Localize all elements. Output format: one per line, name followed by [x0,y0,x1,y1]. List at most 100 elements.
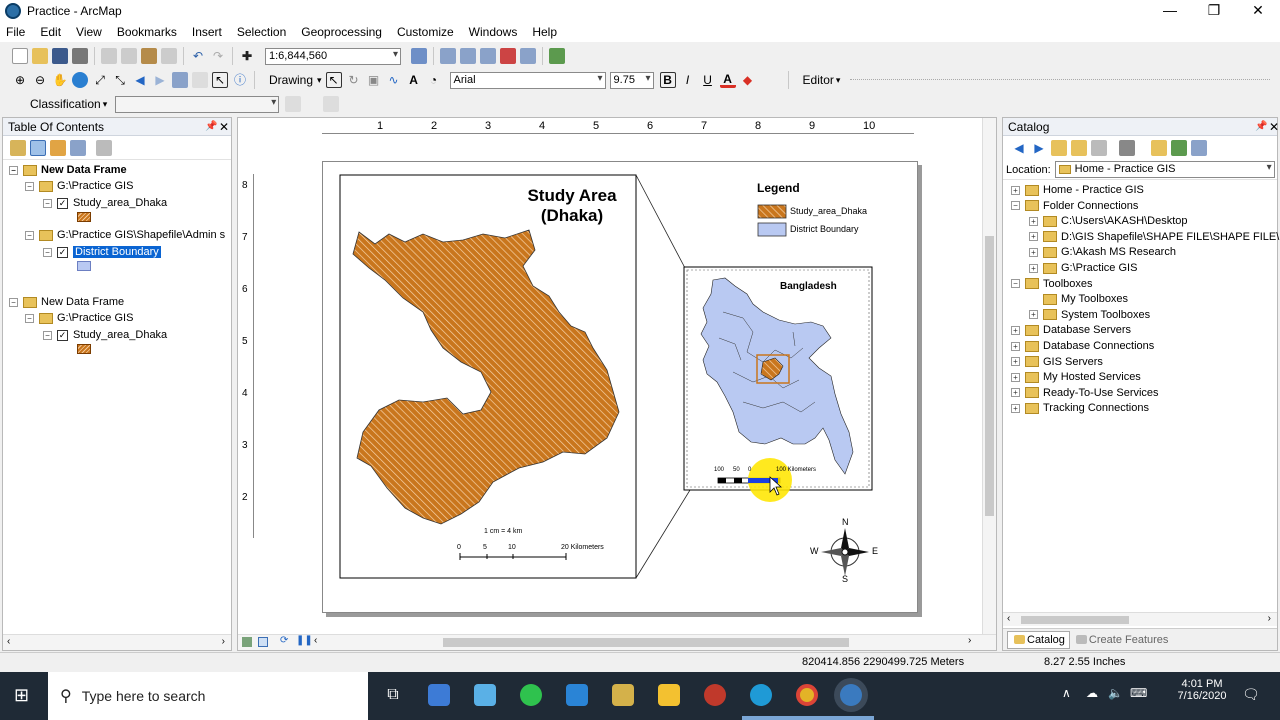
language-icon[interactable]: ⌨ [1130,686,1147,700]
font-color-button[interactable]: A [719,72,736,88]
catalog-item[interactable]: + Home - Practice GIS [1011,182,1144,198]
drawing-menu[interactable]: Drawing [269,73,313,87]
toc-frame-1[interactable]: − New Data Frame [9,162,127,178]
layout-view[interactable]: 1 2 3 4 5 6 7 8 9 10 8 7 6 5 4 3 2 Study… [237,117,997,651]
toc-symbol-study-area[interactable] [77,211,91,227]
list-by-drawing-order-icon[interactable] [10,139,26,156]
classification-dropdown-icon[interactable]: ▾ [103,99,108,110]
catalog-item[interactable]: + G:\Practice GIS [1029,260,1137,276]
task-view-icon[interactable]: ⧉ [382,684,404,706]
python-window-icon[interactable] [520,48,536,64]
catalog-pin-icon[interactable]: 📌 [1255,121,1267,132]
toc-options-icon[interactable] [96,139,112,156]
catalog-item[interactable]: + My Hosted Services [1011,369,1141,385]
arccatalog-app-icon[interactable] [612,684,634,706]
menu-customize[interactable]: Customize [397,25,454,39]
catalog-back-icon[interactable]: ◀ [1011,140,1027,156]
italic-button[interactable]: I [680,72,696,88]
taskbar-search-box[interactable]: ⚲ Type here to search [48,672,368,720]
toc-horizontal-scrollbar[interactable]: ‹ › [3,634,231,650]
select-features-icon[interactable] [172,72,188,88]
map-scale-combo[interactable]: 1:6,844,560 [265,47,401,65]
menu-selection[interactable]: Selection [237,25,286,39]
wechat-app-icon[interactable] [520,684,542,706]
catalog-up-icon[interactable] [1051,140,1067,156]
layer-visibility-checkbox[interactable]: ✓ [57,329,68,341]
show-hidden-icons[interactable]: ∧ [1062,686,1071,700]
network-icon[interactable]: ☁ [1086,686,1098,700]
callout-icon[interactable]: ◔ [426,72,442,88]
data-view-button[interactable] [242,637,252,647]
expand-icon[interactable]: + [1011,388,1020,398]
cut-icon[interactable] [101,48,117,64]
toc-symbol-district[interactable] [77,260,91,276]
catalog-new-folder-icon[interactable] [1151,140,1167,156]
search-window-icon[interactable] [480,48,496,64]
close-button[interactable]: ✕ [1236,0,1280,22]
scroll-right-icon[interactable]: › [968,635,971,646]
location-combo[interactable]: Home - Practice GIS [1054,161,1275,178]
expand-icon[interactable]: + [1011,185,1020,195]
expand-icon[interactable]: + [1011,325,1020,335]
menu-insert[interactable]: Insert [192,25,222,39]
catalog-window-icon[interactable] [460,48,476,64]
catalog-item[interactable]: + Database Servers [1011,322,1131,338]
catalog-item[interactable]: − Toolboxes [1011,276,1093,292]
catalog-sync-icon[interactable] [1171,140,1187,156]
calculator-app-icon[interactable] [428,684,450,706]
list-by-visibility-icon[interactable] [50,139,66,156]
toc-layer-study-area-2[interactable]: − ✓ Study_area_Dhaka [43,327,167,343]
file-explorer-icon[interactable] [658,684,680,706]
catalog-item[interactable]: + System Toolboxes [1029,307,1150,323]
arcmap-taskbar-icon[interactable] [840,684,862,706]
redo-icon[interactable]: ↷ [210,48,226,64]
catalog-connect-folder-icon[interactable] [1091,140,1107,156]
catalog-item[interactable]: + Ready-To-Use Services [1011,385,1159,401]
tab-create-features[interactable]: Create Features [1070,632,1172,648]
compass-rose-icon[interactable] [821,528,869,576]
toc-layer-study-area[interactable]: − ✓ Study_area_Dhaka [43,195,167,211]
select-elements-draw-icon[interactable]: ↖ [325,72,342,88]
layer-visibility-checkbox[interactable]: ✓ [57,246,68,258]
catalog-home-icon[interactable] [1071,140,1087,156]
toc-group-3[interactable]: − G:\Practice GIS [25,310,133,326]
delete-icon[interactable] [161,48,177,64]
tab-catalog[interactable]: Catalog [1007,630,1070,649]
catalog-horizontal-scrollbar[interactable]: ‹ › [1003,612,1277,626]
editor-menu[interactable]: Editor [803,73,834,87]
expand-icon[interactable]: + [1011,403,1020,413]
catalog-close-icon[interactable]: ✕ [1269,120,1279,134]
edge-browser-icon[interactable] [750,684,772,706]
menu-edit[interactable]: Edit [40,25,61,39]
fixed-zoom-in-icon[interactable]: ⤢ [92,72,108,88]
expand-icon[interactable]: + [1029,247,1038,257]
minimize-button[interactable]: — [1148,0,1192,22]
layout-view-button[interactable] [258,637,268,647]
expand-icon[interactable]: + [1029,232,1038,242]
collapse-icon[interactable]: − [1011,201,1020,211]
editor-dropdown-icon[interactable]: ▾ [836,75,841,86]
menu-geoprocessing[interactable]: Geoprocessing [301,25,382,39]
drawing-dropdown-icon[interactable]: ▾ [317,75,322,86]
identify-icon[interactable]: ⓘ [232,72,248,88]
menu-help[interactable]: Help [532,25,557,39]
maximize-button[interactable]: ❐ [1192,0,1236,22]
arctoolbox-icon[interactable] [500,48,516,64]
mail-app-icon[interactable] [566,684,588,706]
toc-pin-icon[interactable]: 📌 [205,121,217,132]
menu-view[interactable]: View [76,25,102,39]
chrome-browser-icon[interactable] [796,684,818,706]
layout-vertical-scrollbar[interactable] [982,118,996,634]
menu-bookmarks[interactable]: Bookmarks [117,25,177,39]
bold-button[interactable]: B [659,72,676,88]
catalog-item[interactable]: + GIS Servers [1011,354,1103,370]
save-icon[interactable] [52,48,68,64]
pause-icon[interactable]: ❚❚ [296,635,313,646]
classification-marking-icon[interactable] [323,96,340,112]
copy-icon[interactable] [121,48,137,64]
expand-icon[interactable]: + [1011,341,1020,351]
menu-file[interactable]: File [6,25,25,39]
catalog-forward-icon[interactable]: ▶ [1031,140,1047,156]
layout-horizontal-scrollbar[interactable] [443,638,849,647]
toc-close-icon[interactable]: ✕ [219,120,229,134]
